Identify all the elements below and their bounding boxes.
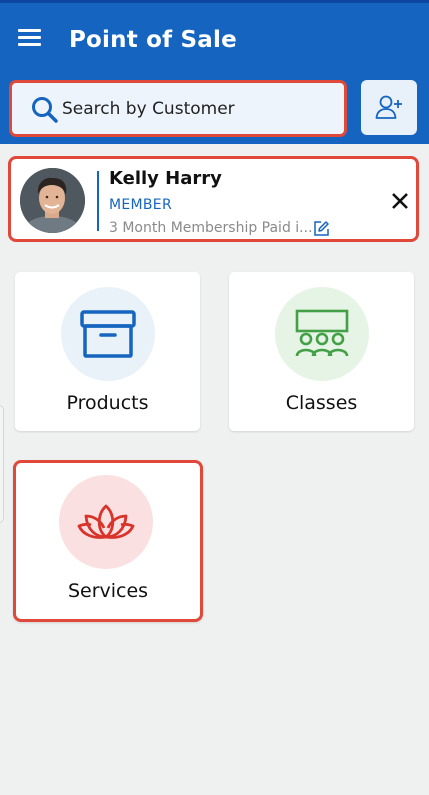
search-icon <box>32 97 58 123</box>
hamburger-menu-icon[interactable] <box>17 27 43 49</box>
classes-tile[interactable]: Classes <box>229 272 414 431</box>
customer-membership: 3 Month Membership Paid i... <box>109 220 313 236</box>
services-icon-circle <box>59 475 153 569</box>
edit-icon[interactable] <box>313 220 330 237</box>
services-label: Services <box>67 580 149 602</box>
lotus-icon <box>77 504 135 539</box>
app-screen: Point of Sale Search by Customer Kelly H… <box>0 0 429 795</box>
page-title: Point of Sale <box>69 27 237 53</box>
classes-icon-circle <box>275 287 369 381</box>
side-drawer-handle[interactable] <box>0 405 4 523</box>
add-user-icon <box>375 95 402 119</box>
add-customer-button[interactable] <box>361 80 417 135</box>
customer-name: Kelly Harry <box>109 168 222 189</box>
app-bar: Point of Sale <box>0 0 429 74</box>
close-icon[interactable] <box>389 190 411 212</box>
products-tile[interactable]: Products <box>15 272 200 431</box>
search-placeholder: Search by Customer <box>62 99 235 119</box>
class-group-icon <box>295 309 349 357</box>
classes-label: Classes <box>285 392 358 414</box>
search-input[interactable]: Search by Customer <box>9 80 347 137</box>
products-icon-circle <box>61 287 155 381</box>
services-tile[interactable]: Services <box>13 460 203 622</box>
products-label: Products <box>66 392 149 414</box>
card-divider <box>97 171 99 231</box>
customer-role: MEMBER <box>109 197 172 213</box>
avatar <box>20 168 85 233</box>
archive-box-icon <box>80 310 136 358</box>
selected-customer-card[interactable]: Kelly Harry MEMBER 3 Month Membership Pa… <box>8 156 419 242</box>
search-bar-area: Search by Customer <box>0 74 429 144</box>
